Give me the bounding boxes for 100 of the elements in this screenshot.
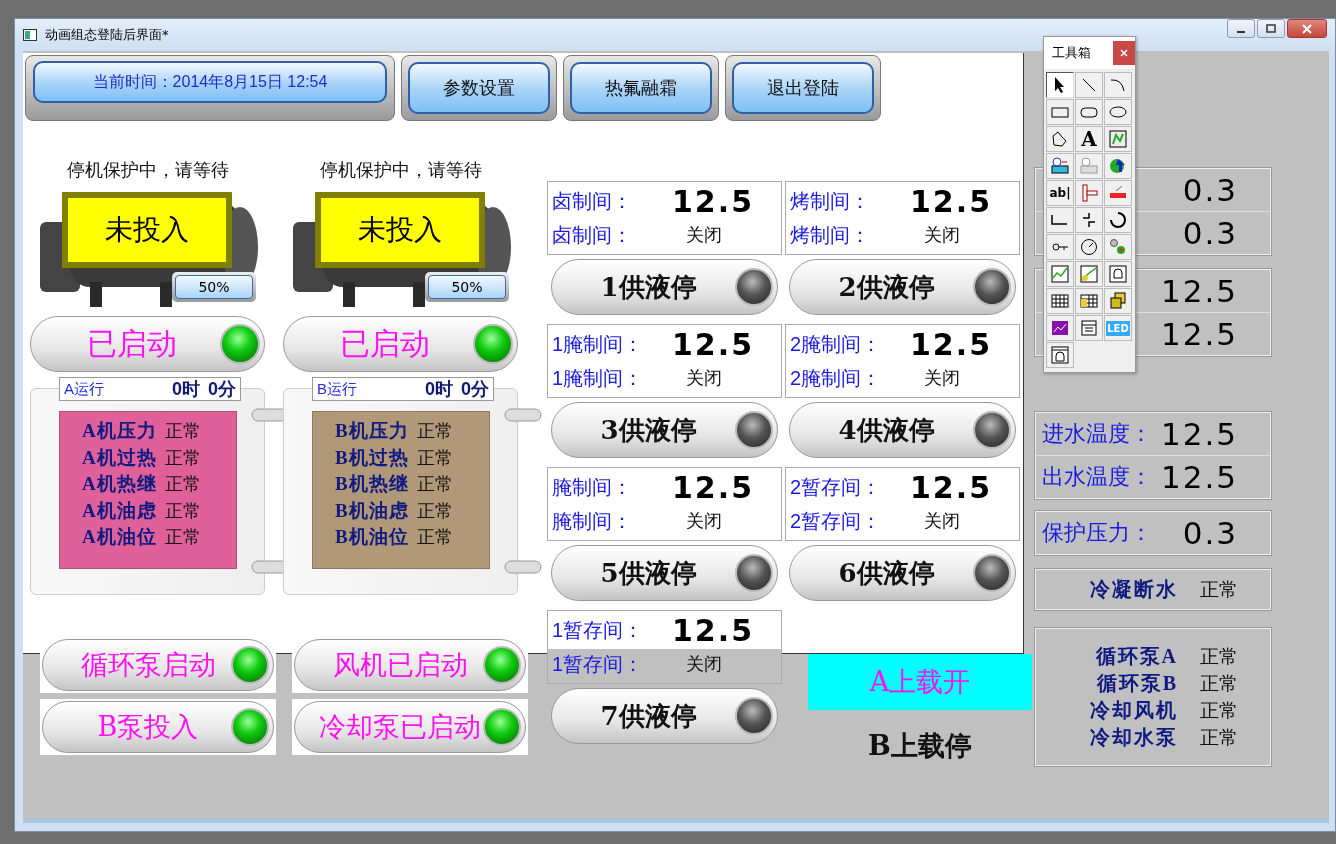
room-label: 卤制间： [552,188,633,214]
tool-button[interactable] [1075,234,1103,260]
valve-button[interactable]: 5供液停 [551,545,778,601]
room-label: 2腌制间： [790,365,883,391]
room-value: 12.5 [672,183,755,219]
room-label: 2暂存间： [790,508,883,534]
reading-value: 12.5 [1160,416,1238,452]
run-label: A运行 [64,379,104,399]
tool-button[interactable] [1075,288,1103,314]
room-value: 12.5 [672,469,755,505]
tool-button[interactable]: ab| [1046,180,1074,206]
alarm-status: 正常 [164,473,201,497]
device-status: 正常 [1200,577,1238,602]
tool-button[interactable] [1104,153,1132,179]
maximize-button[interactable] [1257,19,1285,38]
room-label: 烤制间： [790,222,871,248]
device-status: 正常 [1200,725,1238,750]
reading-value: 12.5 [1160,459,1238,495]
reading-label: 进水温度： [1042,420,1152,448]
minimize-icon [1237,30,1245,33]
tool-button[interactable] [1046,342,1074,368]
chart-icon [1050,318,1070,338]
status-note: 停机保护中，请等待 [65,159,230,182]
alarm-window-icon [1050,345,1070,365]
maximize-icon [1266,23,1276,34]
reading-value: 0.3 [1182,172,1238,208]
room-status: 关闭 [686,367,722,390]
bitmap-icon [1108,129,1128,149]
load-indicator: 50% [175,275,253,299]
load-indicator: A上载开 [808,654,1032,710]
alarm-name: A机油虑 [82,498,157,523]
tool-button[interactable] [1075,207,1103,233]
tool-button[interactable] [1046,315,1074,341]
load-indicator: B上载停 [867,729,973,763]
tool-button[interactable] [1046,207,1074,233]
window-icon [1079,318,1099,338]
window-icon [23,29,37,41]
tool-button[interactable] [1046,153,1074,179]
tool-button[interactable] [1104,99,1132,125]
room-value: 12.5 [672,326,755,362]
alarm-name: B机过热 [335,445,409,470]
alarm-status: 正常 [164,446,201,470]
window-title: 动画组态登陆后界面* [45,26,169,44]
tool-button[interactable] [1104,207,1132,233]
grid-icon [1050,291,1070,311]
tool-button[interactable] [1075,99,1103,125]
valve-button[interactable]: 3供液停 [551,402,778,458]
alarm-status: 正常 [416,446,453,470]
alarm-status: 正常 [416,473,453,497]
clock-button[interactable]: 当前时间：2014年8月15日 12:54 [33,61,387,103]
alarm-status: 正常 [416,499,453,523]
valve-button[interactable]: 4供液停 [789,402,1016,458]
alarm-status: 正常 [164,420,201,444]
device-status: 正常 [1200,698,1238,723]
close-button[interactable] [1113,41,1135,65]
device-icon [1050,156,1070,176]
reading-value: 12.5 [1160,273,1238,309]
load-indicator: 50% [428,275,506,299]
minimize-button[interactable] [1227,19,1255,38]
room-status: 关闭 [686,510,722,533]
valve-button[interactable]: 2供液停 [789,259,1016,315]
device-status: 正常 [1200,671,1238,696]
room-label: 1腌制间： [552,365,645,391]
alarm-name: A机热继 [82,472,157,497]
run-label: B运行 [317,379,357,399]
stack-icon [1108,291,1128,311]
lights-icon [1108,237,1128,257]
bell-icon [1108,264,1128,284]
menu-button[interactable]: 热氟融霜 [570,62,712,114]
tool-button[interactable]: A [1075,126,1103,152]
tool-button[interactable] [1046,234,1074,260]
device-name: 循环泵B [1095,671,1178,696]
device-name: 冷却风机 [1089,698,1178,723]
room-label: 1暂存间： [552,617,645,643]
valve-button[interactable]: 7供液停 [551,688,778,744]
alarm-name: A机过热 [82,445,157,470]
alarm-status: 正常 [164,499,201,523]
tool-button[interactable] [1046,72,1074,98]
room-label: 腌制间： [552,508,633,534]
reading-label: 保护压力： [1042,519,1152,547]
run-minutes: 0分 [208,378,236,401]
tool-button[interactable] [1046,288,1074,314]
tool-button[interactable] [1104,261,1132,287]
menu-button[interactable]: 退出登陆 [732,62,874,114]
room-status: 关闭 [686,653,722,676]
alarm-name: B机油位 [335,525,409,550]
valve-button[interactable]: 6供液停 [789,545,1016,601]
run-minutes: 0分 [461,378,489,401]
gauge-icon [1079,237,1099,257]
close-icon [1302,23,1312,34]
menu-button[interactable]: 参数设置 [408,62,550,114]
tool-button[interactable] [1046,126,1074,152]
dial-icon [1108,210,1128,230]
valve-button[interactable]: 1供液停 [551,259,778,315]
alarm-name: B机压力 [335,419,409,444]
alarm-name: A机压力 [82,419,157,444]
room-label: 腌制间： [552,474,633,500]
device-name: 循环泵A [1094,644,1178,669]
run-hours: 0时 [424,378,453,401]
close-button[interactable] [1287,19,1327,38]
